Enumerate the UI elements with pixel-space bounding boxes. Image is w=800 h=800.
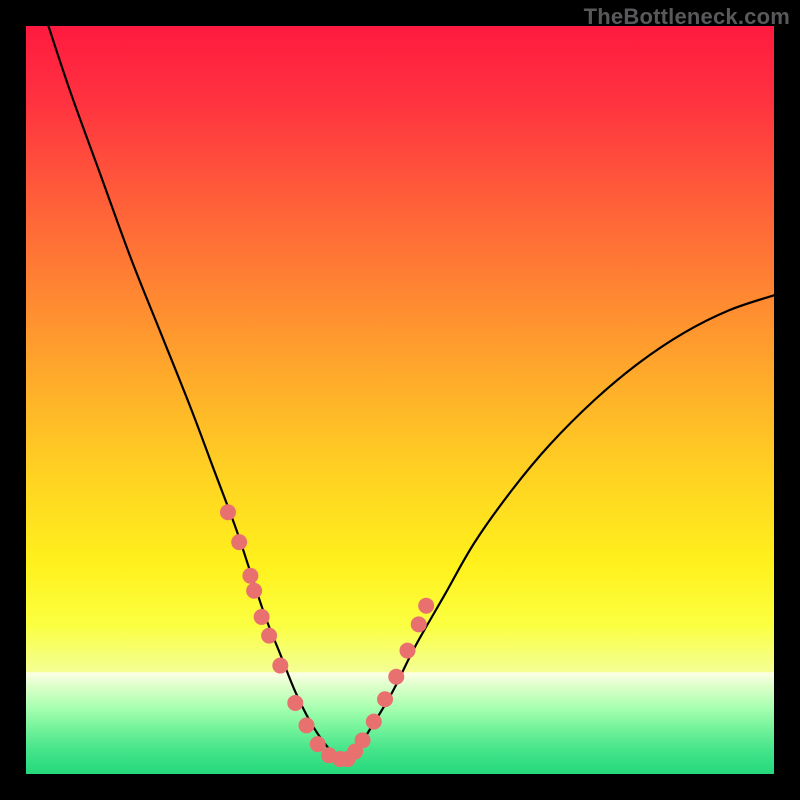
- sample-point: [366, 714, 382, 730]
- sample-point: [287, 695, 303, 711]
- sample-point: [272, 658, 288, 674]
- sample-point: [388, 669, 404, 685]
- chart-svg: [26, 26, 774, 774]
- sample-point: [355, 732, 371, 748]
- sample-point: [418, 598, 434, 614]
- sample-point: [377, 691, 393, 707]
- sample-point: [254, 609, 270, 625]
- sample-point: [242, 568, 258, 584]
- sample-point: [261, 628, 277, 644]
- plot-area: [26, 26, 774, 774]
- sample-point: [231, 534, 247, 550]
- sample-points: [220, 504, 434, 767]
- sample-point: [411, 616, 427, 632]
- sample-point: [399, 643, 415, 659]
- sample-point: [246, 583, 262, 599]
- sample-point: [220, 504, 236, 520]
- sample-point: [299, 717, 315, 733]
